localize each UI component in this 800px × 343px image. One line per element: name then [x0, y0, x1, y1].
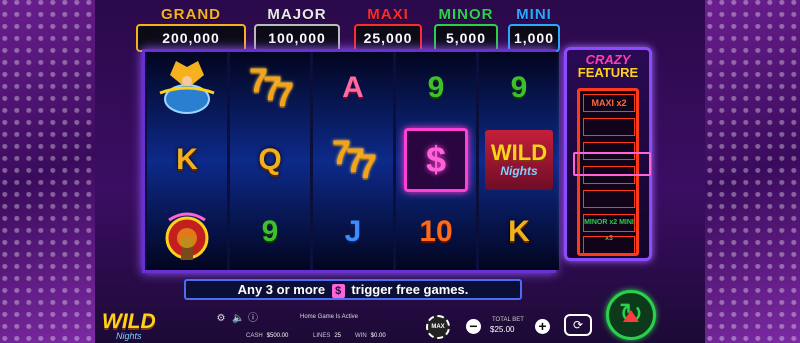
play-icon — [623, 310, 639, 322]
symbol-cell: WILD Nights — [479, 124, 559, 196]
sevens-icon: 7 7 7 — [332, 134, 377, 186]
symbol-cell: 7 7 7 — [230, 52, 310, 124]
bet-decrease-button[interactable]: − — [466, 319, 481, 334]
scatter-dollar-icon: $ — [404, 128, 468, 192]
autoplay-icon: ⟳ — [572, 318, 584, 332]
jackpot-maxi-label: MAXI — [367, 6, 409, 23]
total-bet-value: $25.00 — [490, 325, 515, 334]
lines-display: LINES 25 — [313, 333, 342, 339]
symbol-cell: K — [147, 124, 227, 196]
jackpot-mini-value: 1,000 — [508, 24, 560, 52]
scatter-dollar-icon: $ — [331, 283, 345, 298]
crazy-feature-panel: CRAZY FEATURE MAXI x2 MINOR x2 MINI x3 — [564, 47, 652, 261]
jackpot-mini: MINI 1,000 — [508, 6, 560, 52]
symbol-a: A — [342, 71, 364, 104]
symbol-k: K — [508, 215, 530, 248]
max-bet-button[interactable]: MAX — [426, 315, 450, 339]
reel-4: 9 $ 10 — [396, 52, 476, 270]
jackpot-major-label: MAJOR — [267, 6, 327, 23]
vegas-showgirl-icon — [159, 61, 215, 114]
jackpot-grand: GRAND 200,000 — [136, 6, 246, 52]
wild-symbol: WILD Nights — [485, 130, 553, 190]
reel-2: 7 7 7 Q 9 — [230, 52, 310, 270]
symbol-10: 10 — [419, 215, 453, 248]
symbol-cell: 9 — [479, 52, 559, 124]
symbol-cell: $ — [396, 124, 476, 196]
autoplay-button[interactable]: ⟳ — [564, 314, 592, 336]
vegas-sign-icon — [165, 212, 209, 260]
total-bet-control: − TOTAL BET $25.00 + — [466, 317, 552, 337]
symbol-cell: K — [479, 196, 559, 268]
jackpot-grand-label: GRAND — [161, 6, 221, 23]
background-right — [705, 0, 800, 343]
game-logo: WILD Nights — [102, 310, 156, 341]
sevens-icon: 7 7 7 — [249, 62, 294, 114]
jackpot-maxi-value: 25,000 — [354, 24, 422, 52]
symbol-cell: J — [313, 196, 393, 268]
home-game-notice: Home Game Is Active — [300, 314, 359, 320]
jackpot-mini-label: MINI — [516, 6, 552, 23]
symbol-j: J — [344, 215, 362, 248]
wheel-slot-maxi: MAXI x2 — [583, 94, 635, 112]
reel-1: K — [147, 52, 227, 270]
jackpot-maxi: MAXI 25,000 — [354, 6, 422, 52]
jackpot-major-value: 100,000 — [254, 24, 340, 52]
wheel-slot — [583, 236, 635, 254]
symbol-9: 9 — [427, 71, 445, 104]
symbol-cell — [147, 196, 227, 268]
spin-button[interactable]: ↻ — [606, 290, 656, 340]
symbol-9: 9 — [261, 215, 279, 248]
wheel-slot — [583, 118, 635, 136]
jackpot-minor-label: MINOR — [438, 6, 494, 23]
symbol-cell: 9 — [396, 52, 476, 124]
symbol-cell: 10 — [396, 196, 476, 268]
cash-display: CASH $500.00 — [246, 333, 289, 339]
info-icon[interactable]: ⓘ — [248, 314, 258, 324]
reel-5: 9 WILD Nights K — [479, 52, 559, 270]
symbol-cell: 9 — [230, 196, 310, 268]
symbol-k: K — [176, 143, 198, 176]
reel-window: K 7 7 7 Q 9 A 7 7 7 J 9 $ 10 9 WILD Nigh… — [142, 49, 559, 273]
sound-icon[interactable]: 🔈 — [232, 314, 244, 324]
jackpot-major: MAJOR 100,000 — [254, 6, 340, 52]
win-display: WIN $0.00 — [355, 333, 386, 339]
symbol-cell: 7 7 7 — [313, 124, 393, 196]
symbol-9: 9 — [510, 71, 528, 104]
symbol-cell — [147, 52, 227, 124]
symbol-q: Q — [258, 143, 282, 176]
background-left — [0, 0, 95, 343]
jackpot-minor-value: 5,000 — [434, 24, 498, 52]
jackpot-minor: MINOR 5,000 — [434, 6, 498, 52]
wheel-slot-minor-mini: MINOR x2 MINI x3 — [583, 214, 635, 242]
symbol-cell: A — [313, 52, 393, 124]
bet-increase-button[interactable]: + — [535, 319, 550, 334]
info-message-bar: Any 3 or more $ trigger free games. — [184, 279, 522, 300]
reel-3: A 7 7 7 J — [313, 52, 393, 270]
settings-icon[interactable]: ⚙ — [216, 314, 226, 324]
jackpot-grand-value: 200,000 — [136, 24, 246, 52]
wheel-slot — [583, 190, 635, 208]
symbol-cell: Q — [230, 124, 310, 196]
total-bet-label: TOTAL BET — [492, 317, 524, 323]
wheel-pointer — [573, 152, 651, 176]
crazy-feature-title: CRAZY FEATURE — [577, 52, 639, 80]
